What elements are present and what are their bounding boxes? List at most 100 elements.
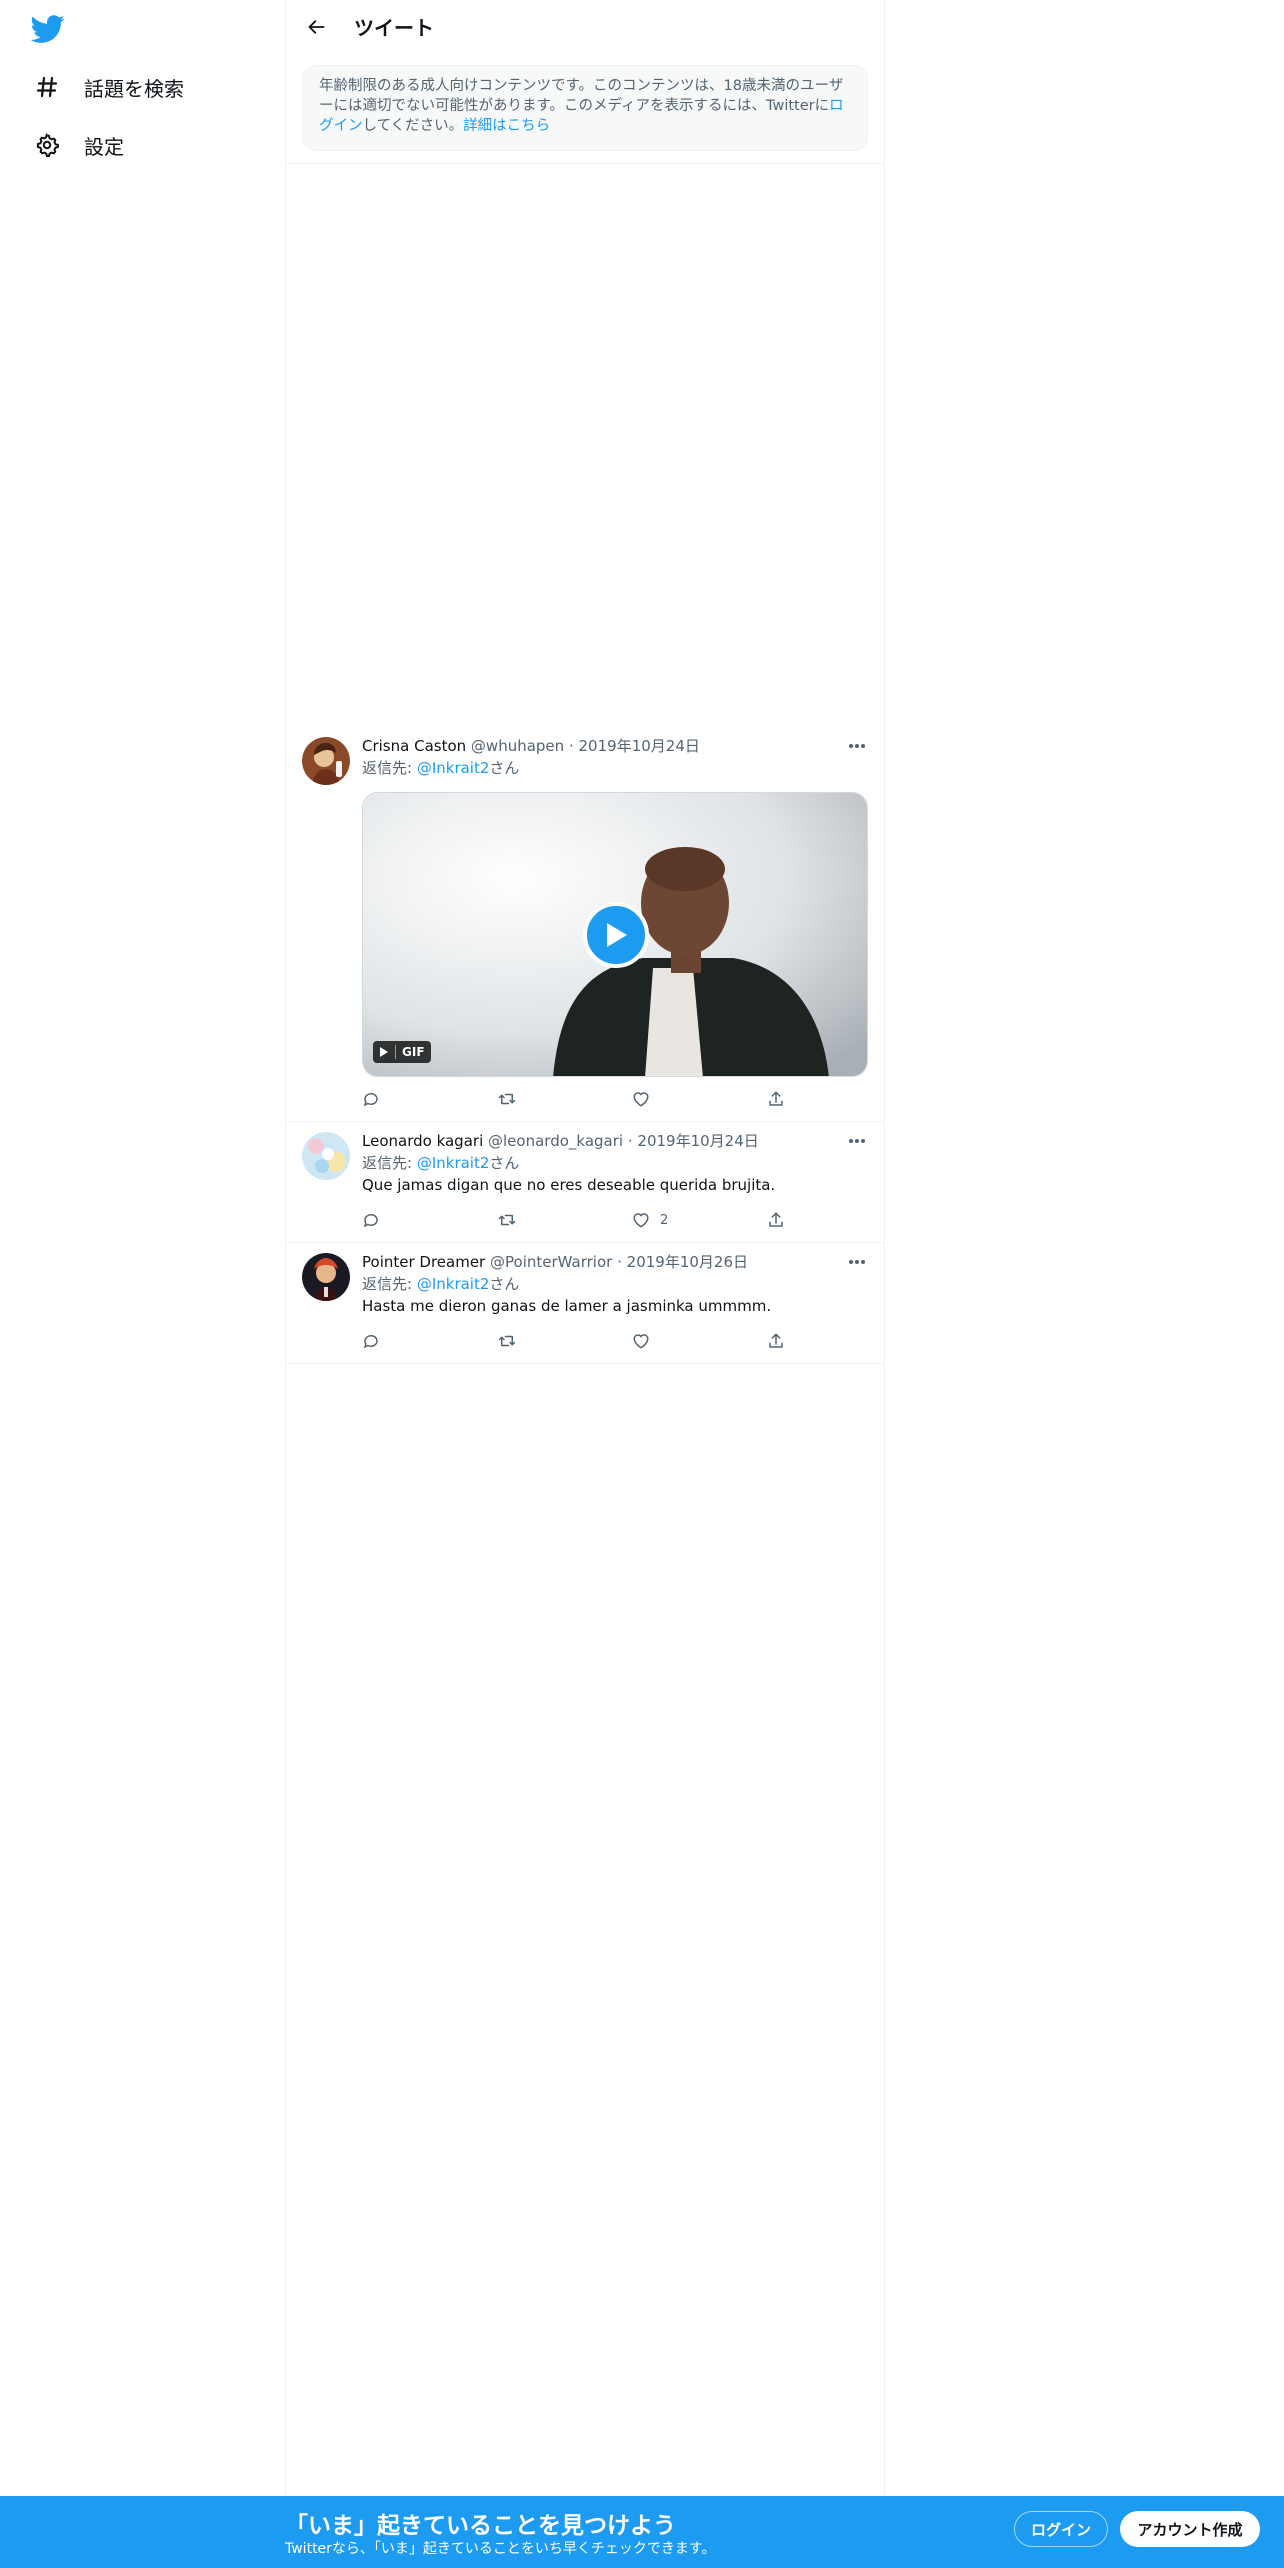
reply-info: 返信先: @Inkrait2さん <box>362 1273 868 1295</box>
reply-prefix: 返信先: <box>362 1275 417 1293</box>
tweet-actions <box>362 1329 792 1353</box>
reply-mention[interactable]: @Inkrait2 <box>417 1154 490 1172</box>
page-title: ツイート <box>354 16 434 40</box>
gear-icon <box>34 132 60 158</box>
hashtag-icon <box>34 74 60 100</box>
separator-dot: · <box>617 1253 622 1271</box>
share-button[interactable] <box>767 1087 785 1111</box>
details-link[interactable]: 詳細はこちら <box>463 118 550 134</box>
more-options-button[interactable] <box>846 1253 868 1271</box>
heart-icon <box>633 1092 649 1107</box>
retweet-button[interactable] <box>497 1329 517 1353</box>
tweet[interactable]: Crisna Caston @whuhapen · 2019年10月24日 返信… <box>286 727 884 1122</box>
gif-badge: GIF <box>373 1041 431 1063</box>
left-navigation: 話題を検索 設定 <box>0 0 285 2568</box>
tweet[interactable]: Pointer Dreamer @PointerWarrior · 2019年1… <box>286 1243 884 1364</box>
retweet-button[interactable] <box>497 1087 517 1111</box>
divider <box>286 163 884 164</box>
share-button[interactable] <box>767 1208 785 1232</box>
reply-suffix: さん <box>489 1275 520 1293</box>
reply-icon <box>363 1334 378 1349</box>
like-button[interactable] <box>632 1329 650 1353</box>
tweet-body: Crisna Caston @whuhapen · 2019年10月24日 返信… <box>362 735 868 779</box>
more-options-button[interactable] <box>846 1132 868 1150</box>
arrow-left-icon <box>308 19 325 34</box>
reply-button[interactable] <box>362 1208 380 1232</box>
reply-info: 返信先: @Inkrait2さん <box>362 1152 868 1174</box>
notice-text: 年齢制限のある成人向けコンテンツです。このコンテンツは、18歳未満のユーザーには… <box>319 78 844 114</box>
page-header: ツイート <box>286 0 884 53</box>
reply-mention[interactable]: @Inkrait2 <box>417 1275 490 1293</box>
reply-prefix: 返信先: <box>362 1154 417 1172</box>
ellipsis-icon <box>849 1260 865 1264</box>
like-button[interactable] <box>632 1087 650 1111</box>
reply-suffix: さん <box>489 1154 520 1172</box>
reply-info: 返信先: @Inkrait2さん <box>362 757 868 779</box>
retweet-icon <box>498 1093 516 1105</box>
tweet-meta: Crisna Caston @whuhapen · 2019年10月24日 <box>362 735 868 757</box>
main-column: ツイート 年齢制限のある成人向けコンテンツです。このコンテンツは、18歳未満のユ… <box>285 0 885 2496</box>
author-handle[interactable]: @leonardo_kagari <box>488 1132 623 1150</box>
tweet-date[interactable]: 2019年10月24日 <box>637 1132 758 1150</box>
play-button[interactable] <box>583 902 649 968</box>
nav-item-explore[interactable]: 話題を検索 <box>34 67 184 107</box>
share-button[interactable] <box>767 1329 785 1353</box>
play-small-icon <box>380 1047 388 1057</box>
share-icon <box>769 1091 783 1106</box>
back-button[interactable] <box>300 10 334 44</box>
retweet-button[interactable] <box>497 1208 517 1232</box>
signup-button[interactable]: アカウント作成 <box>1120 2511 1260 2547</box>
notice-text-middle: してください。 <box>362 118 464 134</box>
gif-media[interactable]: GIF <box>362 792 868 1077</box>
like-count: 2 <box>660 1212 669 1228</box>
reply-suffix: さん <box>489 759 520 777</box>
reply-prefix: 返信先: <box>362 759 417 777</box>
signup-banner: 「いま」起きていることを見つけよう Twitterなら、「いま」起きていることを… <box>0 2496 1284 2568</box>
tweet-date[interactable]: 2019年10月24日 <box>579 737 700 755</box>
login-button[interactable]: ログイン <box>1014 2511 1108 2547</box>
tweet-actions <box>362 1087 792 1111</box>
retweet-icon <box>498 1214 516 1226</box>
nav-item-label: 話題を検索 <box>84 76 184 101</box>
avatar[interactable] <box>302 737 350 785</box>
age-restriction-notice: 年齢制限のある成人向けコンテンツです。このコンテンツは、18歳未満のユーザーには… <box>302 65 868 151</box>
heart-icon <box>633 1213 649 1228</box>
tweet-actions: 2 <box>362 1208 792 1232</box>
author-name[interactable]: Leonardo kagari <box>362 1132 483 1150</box>
heart-icon <box>633 1334 649 1349</box>
author-name[interactable]: Crisna Caston <box>362 737 466 755</box>
ellipsis-icon <box>849 1139 865 1143</box>
tweet-body: Leonardo kagari @leonardo_kagari · 2019年… <box>362 1130 868 1196</box>
ellipsis-icon <box>849 744 865 748</box>
share-icon <box>769 1333 783 1348</box>
avatar[interactable] <box>302 1253 350 1301</box>
reply-button[interactable] <box>362 1329 380 1353</box>
author-handle[interactable]: @whuhapen <box>471 737 564 755</box>
reply-icon <box>363 1092 378 1107</box>
separator-dot: · <box>568 737 574 755</box>
reply-mention[interactable]: @Inkrait2 <box>417 759 490 777</box>
tweet-body: Pointer Dreamer @PointerWarrior · 2019年1… <box>362 1251 868 1317</box>
play-icon <box>607 923 627 947</box>
nav-item-label: 設定 <box>84 134 124 159</box>
reply-icon <box>363 1213 378 1228</box>
tweet-text: Que jamas digan que no eres deseable que… <box>362 1176 776 1194</box>
banner-title: 「いま」起きていることを見つけよう <box>285 2513 676 2539</box>
share-icon <box>769 1212 783 1227</box>
nav-item-settings[interactable]: 設定 <box>34 125 124 165</box>
tweet-date[interactable]: 2019年10月26日 <box>627 1253 748 1271</box>
tweet-text: Hasta me dieron ganas de lamer a jasmink… <box>362 1297 772 1315</box>
author-handle[interactable]: @PointerWarrior <box>490 1253 612 1271</box>
tweet-meta: Pointer Dreamer @PointerWarrior · 2019年1… <box>362 1251 868 1273</box>
reply-button[interactable] <box>362 1087 380 1111</box>
banner-subtitle: Twitterなら、「いま」起きていることをいち早くチェックできます。 <box>285 2541 716 2557</box>
retweet-icon <box>498 1335 516 1347</box>
tweet-meta: Leonardo kagari @leonardo_kagari · 2019年… <box>362 1130 868 1152</box>
tweet[interactable]: Leonardo kagari @leonardo_kagari · 2019年… <box>286 1122 884 1243</box>
author-name[interactable]: Pointer Dreamer <box>362 1253 485 1271</box>
twitter-bird-icon[interactable] <box>30 12 65 46</box>
avatar[interactable] <box>302 1132 350 1180</box>
like-button[interactable]: 2 <box>632 1208 668 1232</box>
gif-label: GIF <box>395 1045 425 1059</box>
more-options-button[interactable] <box>846 737 868 755</box>
